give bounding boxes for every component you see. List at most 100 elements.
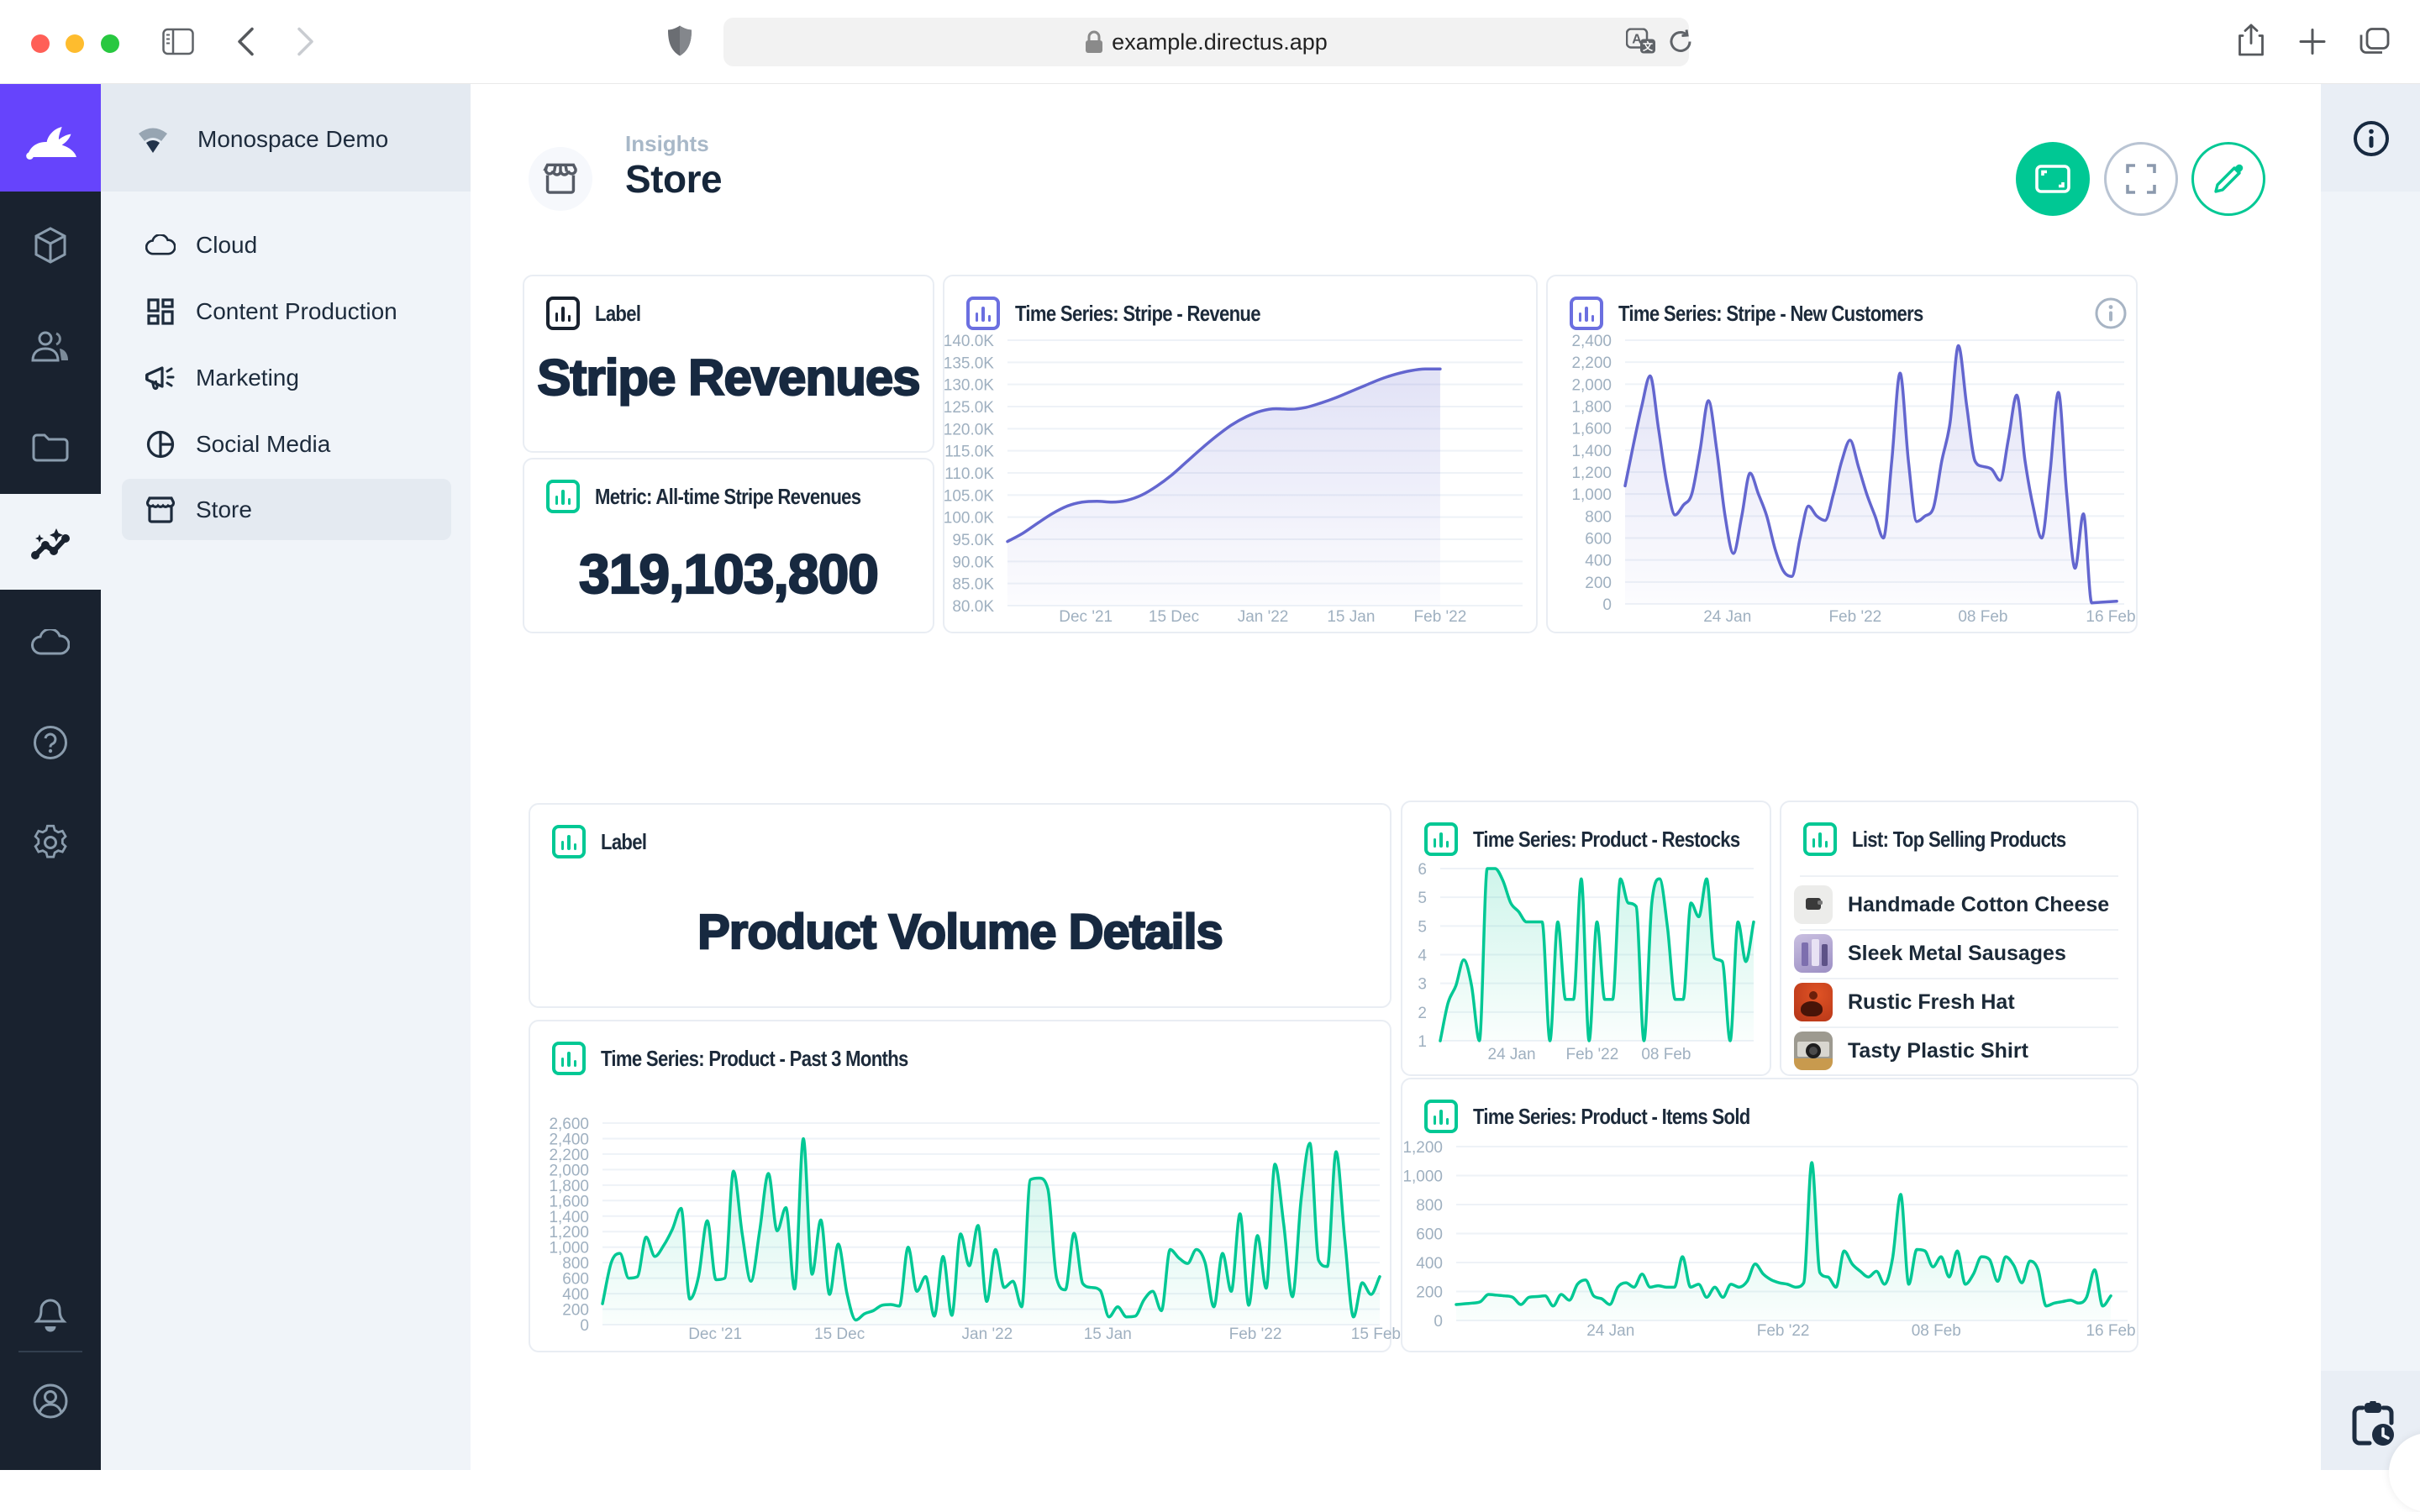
svg-text:15 Jan: 15 Jan (1327, 608, 1375, 626)
page-icon-circle[interactable] (529, 147, 592, 211)
label-text: Stripe Revenues (524, 349, 933, 407)
forward-button[interactable] (297, 27, 315, 61)
module-cloud-icon[interactable] (31, 629, 70, 656)
module-help-icon[interactable] (33, 725, 68, 760)
panel-icon (1570, 297, 1603, 330)
panel-icon (546, 297, 580, 330)
svg-text:110.0K: 110.0K (944, 465, 994, 483)
svg-text:Dec '21: Dec '21 (1059, 608, 1113, 626)
reload-icon[interactable] (1668, 29, 1693, 59)
share-icon[interactable] (2238, 24, 2265, 61)
svg-text:15 Dec: 15 Dec (1149, 608, 1199, 626)
list-item[interactable]: Rustic Fresh Hat (1794, 978, 2128, 1026)
product-name: Rustic Fresh Hat (1848, 990, 2015, 1015)
nav-sidebar: Monospace Demo Cloud Content Production … (101, 84, 471, 1470)
svg-text:200: 200 (1416, 1284, 1443, 1302)
sidebar-item-label: Social Media (196, 431, 330, 458)
panel-timeseries-stripe-revenue: 140.0K135.0K130.0K125.0K120.0K115.0K110.… (943, 275, 1538, 633)
svg-text:130.0K: 130.0K (944, 377, 995, 395)
svg-text:115.0K: 115.0K (944, 444, 994, 461)
svg-text:08 Feb: 08 Feb (1958, 608, 2007, 626)
url-text: example.directus.app (1112, 29, 1328, 55)
sidebar-toggle-icon[interactable] (162, 29, 194, 60)
panel-header-label: Time Series: Product - Items Sold (1473, 1104, 1750, 1130)
panel-info-icon[interactable] (2094, 297, 2128, 330)
fullscreen-button[interactable] (2104, 142, 2178, 216)
svg-text:1,200: 1,200 (1571, 465, 1612, 482)
svg-text:24 Jan: 24 Jan (1586, 1322, 1634, 1340)
svg-text:200: 200 (1585, 575, 1612, 592)
dashboard-info-icon[interactable] (2352, 119, 2391, 162)
panel-metric-stripe-revenues: Metric: All-time Stripe Revenues 319,103… (523, 458, 934, 633)
panel-header-label: Label (595, 301, 640, 327)
svg-text:3: 3 (1418, 976, 1427, 994)
sidebar-item-label: Content Production (196, 298, 397, 325)
svg-text:24 Jan: 24 Jan (1703, 608, 1751, 626)
svg-text:16 Feb: 16 Feb (2086, 608, 2135, 626)
panel-label-stripe-revenues: Label Stripe Revenues (523, 275, 934, 453)
sidebar-item-marketing[interactable]: Marketing (122, 345, 451, 411)
svg-text:125.0K: 125.0K (944, 399, 995, 417)
svg-text:80.0K: 80.0K (952, 598, 994, 616)
module-insights-active[interactable] (0, 494, 101, 590)
sidebar-item-cloud[interactable]: Cloud (122, 213, 451, 278)
app: example.directus.app A文 (0, 0, 2420, 1470)
zoom-window-button[interactable] (101, 34, 119, 53)
minimize-window-button[interactable] (66, 34, 84, 53)
svg-text:2,000: 2,000 (1571, 376, 1612, 394)
activity-clipboard-icon[interactable] (2351, 1401, 2395, 1451)
translate-icon[interactable]: A文 (1626, 29, 1656, 60)
svg-text:135.0K: 135.0K (944, 354, 995, 372)
notifications-bell-icon[interactable] (34, 1297, 67, 1332)
svg-text:2,200: 2,200 (1571, 354, 1612, 372)
module-files-icon[interactable] (32, 432, 69, 462)
svg-text:100.0K: 100.0K (944, 510, 995, 528)
module-insights-icon (29, 522, 72, 562)
directus-logo[interactable] (0, 84, 101, 192)
lock-icon (1085, 30, 1103, 54)
tab-overview-icon[interactable] (2360, 28, 2390, 60)
svg-text:1,400: 1,400 (1571, 443, 1612, 460)
url-bar[interactable]: example.directus.app (723, 18, 1689, 66)
metric-value: 319,103,800 (524, 542, 933, 606)
module-content-icon[interactable] (34, 227, 67, 264)
svg-text:1,200: 1,200 (1402, 1139, 1443, 1157)
megaphone-icon (145, 365, 176, 391)
edit-dashboard-button[interactable] (2191, 142, 2265, 216)
module-users-icon[interactable] (31, 330, 70, 362)
sidebar-item-content-production[interactable]: Content Production (122, 279, 451, 344)
svg-text:105.0K: 105.0K (944, 487, 995, 505)
privacy-shield-icon[interactable] (667, 25, 692, 61)
close-window-button[interactable] (31, 34, 50, 53)
list-item[interactable]: Sleek Metal Sausages (1794, 929, 2128, 978)
list-item[interactable]: Handmade Cotton Cheese (1794, 880, 2128, 929)
panel-icon (966, 297, 1000, 330)
svg-text:400: 400 (1416, 1255, 1443, 1273)
project-header[interactable]: Monospace Demo (101, 84, 471, 192)
breadcrumb[interactable]: Insights (625, 131, 709, 157)
module-settings-icon[interactable] (32, 824, 69, 861)
product-name: Handmade Cotton Cheese (1848, 893, 2109, 917)
zoom-to-fit-button[interactable] (2016, 142, 2090, 216)
sidebar-item-label: Marketing (196, 365, 299, 391)
product-name: Tasty Plastic Shirt (1848, 1039, 2028, 1063)
sidebar-item-store[interactable]: Store (122, 479, 451, 540)
svg-text:Jan '22: Jan '22 (1238, 608, 1289, 626)
svg-text:08 Feb: 08 Feb (1912, 1322, 1961, 1340)
svg-text:400: 400 (1585, 553, 1612, 570)
list-divider (1800, 875, 2118, 877)
panel-icon (1803, 822, 1837, 856)
list-item[interactable]: Tasty Plastic Shirt (1794, 1026, 2128, 1075)
panel-icon (552, 825, 586, 858)
sidebar-item-social-media[interactable]: Social Media (122, 412, 451, 477)
svg-text:Feb '22: Feb '22 (1566, 1046, 1619, 1063)
svg-text:Feb '22: Feb '22 (1828, 608, 1881, 626)
back-button[interactable] (236, 27, 255, 61)
storefront-icon (146, 496, 175, 523)
svg-text:95.0K: 95.0K (952, 532, 994, 549)
svg-text:15 Dec: 15 Dec (814, 1326, 865, 1343)
new-tab-icon[interactable] (2298, 28, 2327, 60)
svg-text:800: 800 (1585, 508, 1612, 526)
user-avatar[interactable] (32, 1383, 69, 1420)
svg-text:1: 1 (1418, 1033, 1427, 1051)
